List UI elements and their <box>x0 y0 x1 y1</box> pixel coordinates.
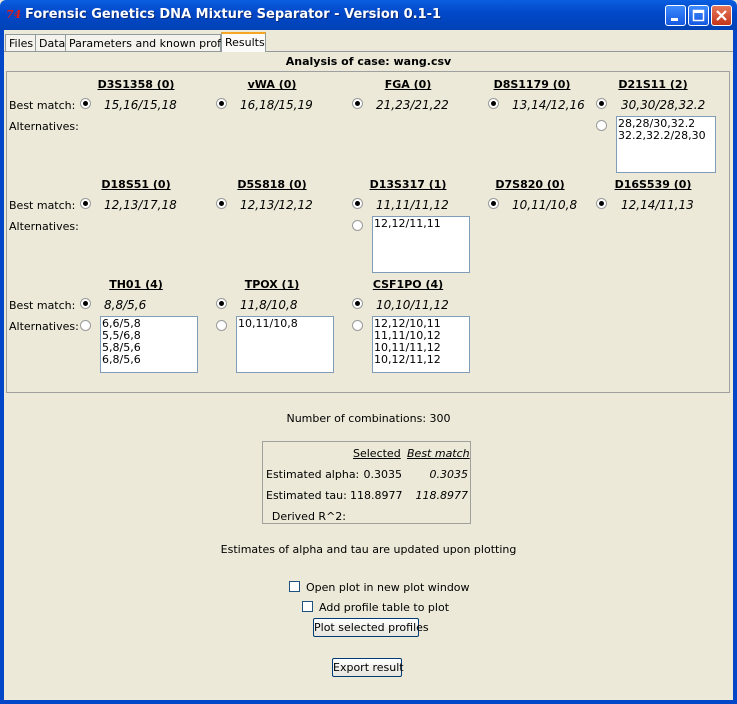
best-match-value-d8s1179: 13,14/12,16 <box>512 98 585 112</box>
alternatives-radio-th01[interactable] <box>80 320 91 331</box>
best-match-value-d16s539: 12,14/11,13 <box>621 198 694 212</box>
marker-name-d21s11: D21S11 (2) <box>618 78 688 91</box>
alternatives-list-tpox[interactable]: 10,11/10,8 <box>236 316 334 373</box>
marker-name-d8s1179: D8S1179 (0) <box>493 78 571 91</box>
estimated-alpha-selected: 0.3035 <box>363 468 403 481</box>
export-result-button[interactable]: Export result <box>332 658 404 677</box>
best-match-radio-d13s317[interactable] <box>352 198 363 209</box>
tab-files[interactable]: Files <box>5 34 36 51</box>
best-match-radio-d18s51[interactable] <box>80 198 91 209</box>
marker-name-d7s820: D7S820 (0) <box>495 178 565 191</box>
best-match-radio-tpox[interactable] <box>216 298 227 309</box>
analysis-case-title: Analysis of case: wang.csv <box>285 55 452 68</box>
add-profile-table-label: Add profile table to plot <box>319 601 450 614</box>
estimates-header-best: Best match <box>407 447 470 460</box>
best-match-value-d18s51: 12,13/17,18 <box>104 198 177 212</box>
alternatives-list-d21s11[interactable]: 28,28/30,32.2 32.2,32.2/28,30 <box>616 116 716 173</box>
tab-parameters[interactable]: Parameters and known profiles <box>65 34 240 51</box>
best-match-value-d3s1358: 15,16/15,18 <box>104 98 177 112</box>
estimates-note: Estimates of alpha and tau are updated u… <box>220 543 517 556</box>
marker-name-d18s51: D18S51 (0) <box>101 178 171 191</box>
maximize-icon <box>692 9 705 22</box>
window-title: Forensic Genetics DNA Mixture Separator … <box>25 7 442 22</box>
best-match-label: Best match: <box>9 99 76 112</box>
best-match-value-fga: 21,23/21,22 <box>376 98 449 112</box>
list-item[interactable]: 32.2,32.2/28,30 <box>618 130 714 142</box>
marker-name-d5s818: D5S818 (0) <box>237 178 307 191</box>
close-button[interactable] <box>711 5 732 26</box>
open-new-window-checkbox[interactable] <box>289 581 300 592</box>
combinations-count: Number of combinations: 300 <box>286 412 451 425</box>
estimated-alpha-best: 0.3035 <box>429 468 469 481</box>
best-match-radio-d21s11[interactable] <box>596 98 607 109</box>
list-item[interactable]: 10,11/10,8 <box>238 318 332 330</box>
estimated-alpha-label: Estimated alpha: <box>266 468 360 481</box>
alternatives-list-d13s317[interactable]: 12,12/11,11 <box>372 216 470 273</box>
tab-results[interactable]: Results <box>221 32 266 52</box>
best-match-radio-fga[interactable] <box>352 98 363 109</box>
best-match-radio-csf1po[interactable] <box>352 298 363 309</box>
best-match-radio-d16s539[interactable] <box>596 198 607 209</box>
best-match-radio-d7s820[interactable] <box>488 198 499 209</box>
best-match-value-d7s820: 10,11/10,8 <box>512 198 578 212</box>
alternatives-list-csf1po[interactable]: 12,12/10,11 11,11/10,12 10,11/11,12 10,1… <box>372 316 470 373</box>
window-frame-bottom <box>0 700 737 704</box>
add-profile-table-checkbox[interactable] <box>302 601 313 612</box>
best-match-value-d5s818: 12,13/12,12 <box>240 198 313 212</box>
list-item[interactable]: 10,12/11,12 <box>374 354 468 366</box>
minimize-icon <box>671 18 678 21</box>
maximize-button[interactable] <box>688 5 709 26</box>
marker-name-csf1po: CSF1PO (4) <box>372 278 444 291</box>
best-match-value-d13s317: 11,11/11,12 <box>376 198 449 212</box>
estimates-header-selected: Selected <box>353 447 401 460</box>
best-match-label: Best match: <box>9 299 76 312</box>
best-match-radio-vwa[interactable] <box>216 98 227 109</box>
best-match-value-csf1po: 10,10/11,12 <box>376 298 449 312</box>
marker-name-vwa: vWA (0) <box>247 78 297 91</box>
best-match-radio-d5s818[interactable] <box>216 198 227 209</box>
marker-name-tpox: TPOX (1) <box>244 278 300 291</box>
open-new-window-label: Open plot in new plot window <box>306 581 470 594</box>
alternatives-radio-d13s317[interactable] <box>352 220 363 231</box>
derived-r2-label: Derived R^2: <box>271 510 346 523</box>
alternatives-radio-d21s11[interactable] <box>596 120 607 131</box>
best-match-value-d21s11: 30,30/28,32.2 <box>621 98 706 112</box>
best-match-value-vwa: 16,18/15,19 <box>240 98 313 112</box>
best-match-radio-d8s1179[interactable] <box>488 98 499 109</box>
minimize-button[interactable] <box>665 5 686 26</box>
alternatives-radio-csf1po[interactable] <box>352 320 363 331</box>
alternatives-label: Alternatives: <box>9 120 79 133</box>
marker-name-d3s1358: D3S1358 (0) <box>97 78 175 91</box>
alternatives-radio-tpox[interactable] <box>216 320 227 331</box>
marker-name-th01: TH01 (4) <box>109 278 163 291</box>
close-icon <box>716 10 727 21</box>
list-item[interactable]: 6,8/5,6 <box>102 354 196 366</box>
best-match-value-tpox: 11,8/10,8 <box>240 298 298 312</box>
estimated-tau-label: Estimated tau: <box>266 489 347 502</box>
estimated-tau-selected: 118.8977 <box>350 489 403 502</box>
marker-name-fga: FGA (0) <box>384 78 432 91</box>
estimated-tau-best: 118.8977 <box>415 489 469 502</box>
alternatives-list-th01[interactable]: 6,6/5,8 5,5/6,8 5,8/5,6 6,8/5,6 <box>100 316 198 373</box>
window-frame-right <box>733 30 737 704</box>
best-match-radio-d3s1358[interactable] <box>80 98 91 109</box>
app-logo-icon: 74 <box>6 8 22 21</box>
best-match-label: Best match: <box>9 199 76 212</box>
list-item[interactable]: 12,12/11,11 <box>374 218 468 230</box>
tab-data[interactable]: Data <box>35 34 66 51</box>
marker-name-d13s317: D13S317 (1) <box>369 178 447 191</box>
best-match-radio-th01[interactable] <box>80 298 91 309</box>
alternatives-label: Alternatives: <box>9 220 79 233</box>
alternatives-label: Alternatives: <box>9 320 79 333</box>
plot-selected-profiles-button[interactable]: Plot selected profiles <box>313 618 429 637</box>
marker-name-d16s539: D16S539 (0) <box>614 178 692 191</box>
best-match-value-th01: 8,8/5,6 <box>104 298 147 312</box>
